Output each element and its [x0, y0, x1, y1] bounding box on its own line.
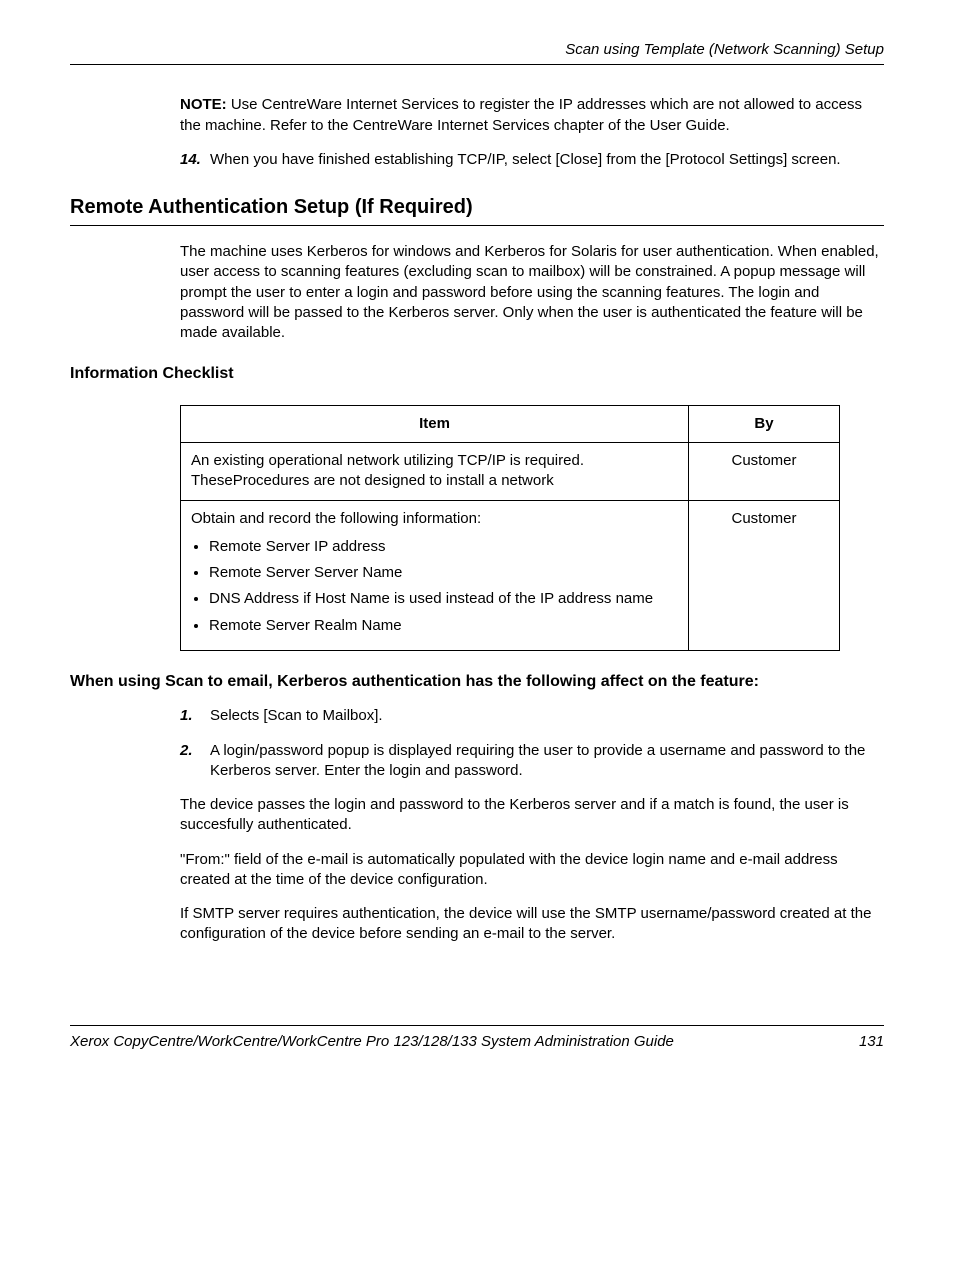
- list-item: Remote Server Server Name: [209, 563, 678, 583]
- row2-bullet-list: Remote Server IP address Remote Server S…: [191, 537, 678, 636]
- table-cell-by: Customer: [689, 500, 840, 650]
- table-cell-by: Customer: [689, 443, 840, 501]
- table-cell-item: Obtain and record the following informat…: [181, 500, 689, 650]
- table-row: An existing operational network utilizin…: [181, 443, 840, 501]
- note-paragraph: NOTE: Use CentreWare Internet Services t…: [180, 95, 884, 136]
- section-intro: The machine uses Kerberos for windows an…: [180, 242, 884, 343]
- row2-intro: Obtain and record the following informat…: [191, 509, 678, 529]
- page-footer: Xerox CopyCentre/WorkCentre/WorkCentre P…: [70, 1025, 884, 1052]
- effect-paragraph: "From:" field of the e-mail is automatic…: [180, 850, 884, 891]
- effect-step-1-number: 1.: [180, 706, 210, 726]
- effect-paragraph: The device passes the login and password…: [180, 795, 884, 836]
- checklist-heading: Information Checklist: [70, 363, 884, 385]
- step-14: 14. When you have finished establishing …: [180, 150, 884, 170]
- effect-step-1-text: Selects [Scan to Mailbox].: [210, 706, 884, 726]
- footer-title: Xerox CopyCentre/WorkCentre/WorkCentre P…: [70, 1032, 674, 1052]
- note-text: Use CentreWare Internet Services to regi…: [180, 96, 862, 133]
- running-head: Scan using Template (Network Scanning) S…: [70, 40, 884, 64]
- effect-heading: When using Scan to email, Kerberos authe…: [70, 671, 884, 693]
- section-title: Remote Authentication Setup (If Required…: [70, 194, 884, 226]
- table-row: Obtain and record the following informat…: [181, 500, 840, 650]
- effect-step-2-text: A login/password popup is displayed requ…: [210, 741, 884, 782]
- effect-step-2-number: 2.: [180, 741, 210, 782]
- table-header-item: Item: [181, 405, 689, 442]
- list-item: Remote Server Realm Name: [209, 616, 678, 636]
- footer-page-number: 131: [859, 1032, 884, 1052]
- step-14-number: 14.: [180, 150, 210, 170]
- table-header-by: By: [689, 405, 840, 442]
- list-item: Remote Server IP address: [209, 537, 678, 557]
- checklist-table: Item By An existing operational network …: [180, 405, 840, 651]
- effect-step-1: 1. Selects [Scan to Mailbox].: [180, 706, 884, 726]
- effect-step-2: 2. A login/password popup is displayed r…: [180, 741, 884, 782]
- step-14-text: When you have finished establishing TCP/…: [210, 150, 884, 170]
- table-cell-item: An existing operational network utilizin…: [181, 443, 689, 501]
- effect-paragraph: If SMTP server requires authentication, …: [180, 904, 884, 945]
- note-label: NOTE:: [180, 96, 227, 113]
- list-item: DNS Address if Host Name is used instead…: [209, 589, 678, 609]
